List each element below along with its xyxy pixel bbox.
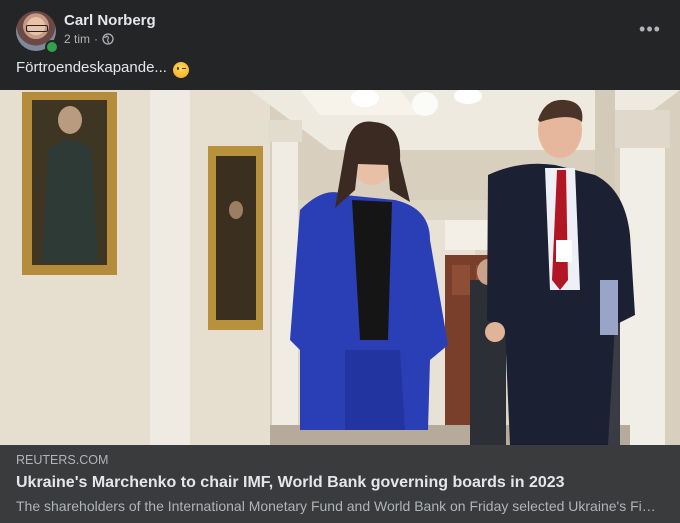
- online-status-dot: [45, 40, 59, 54]
- link-description: The shareholders of the International Mo…: [16, 498, 656, 514]
- more-options-button[interactable]: •••: [636, 15, 664, 43]
- post-time[interactable]: 2 tim: [64, 32, 90, 46]
- avatar-glasses: [26, 25, 48, 32]
- photo-illustration: [0, 90, 680, 445]
- link-headline[interactable]: Ukraine's Marchenko to chair IMF, World …: [16, 474, 565, 492]
- post-text: Förtroendeskapande...: [16, 59, 189, 78]
- link-domain: REUTERS.COM: [16, 453, 109, 467]
- link-preview-box[interactable]: REUTERS.COM Ukraine's Marchenko to chair…: [0, 445, 680, 523]
- post-header: Carl Norberg 2 tim · •••: [16, 11, 664, 54]
- post-text-content: Förtroendeskapande...: [16, 59, 167, 76]
- meta-separator: ·: [94, 32, 99, 46]
- smirk-emoji-icon: [172, 61, 189, 78]
- post-meta: 2 tim ·: [64, 32, 114, 46]
- public-globe-icon: [102, 33, 114, 45]
- author-name[interactable]: Carl Norberg: [64, 12, 156, 29]
- link-preview-image[interactable]: [0, 90, 680, 445]
- facebook-post-card: Carl Norberg 2 tim · ••• Förtroendeskapa…: [0, 0, 680, 523]
